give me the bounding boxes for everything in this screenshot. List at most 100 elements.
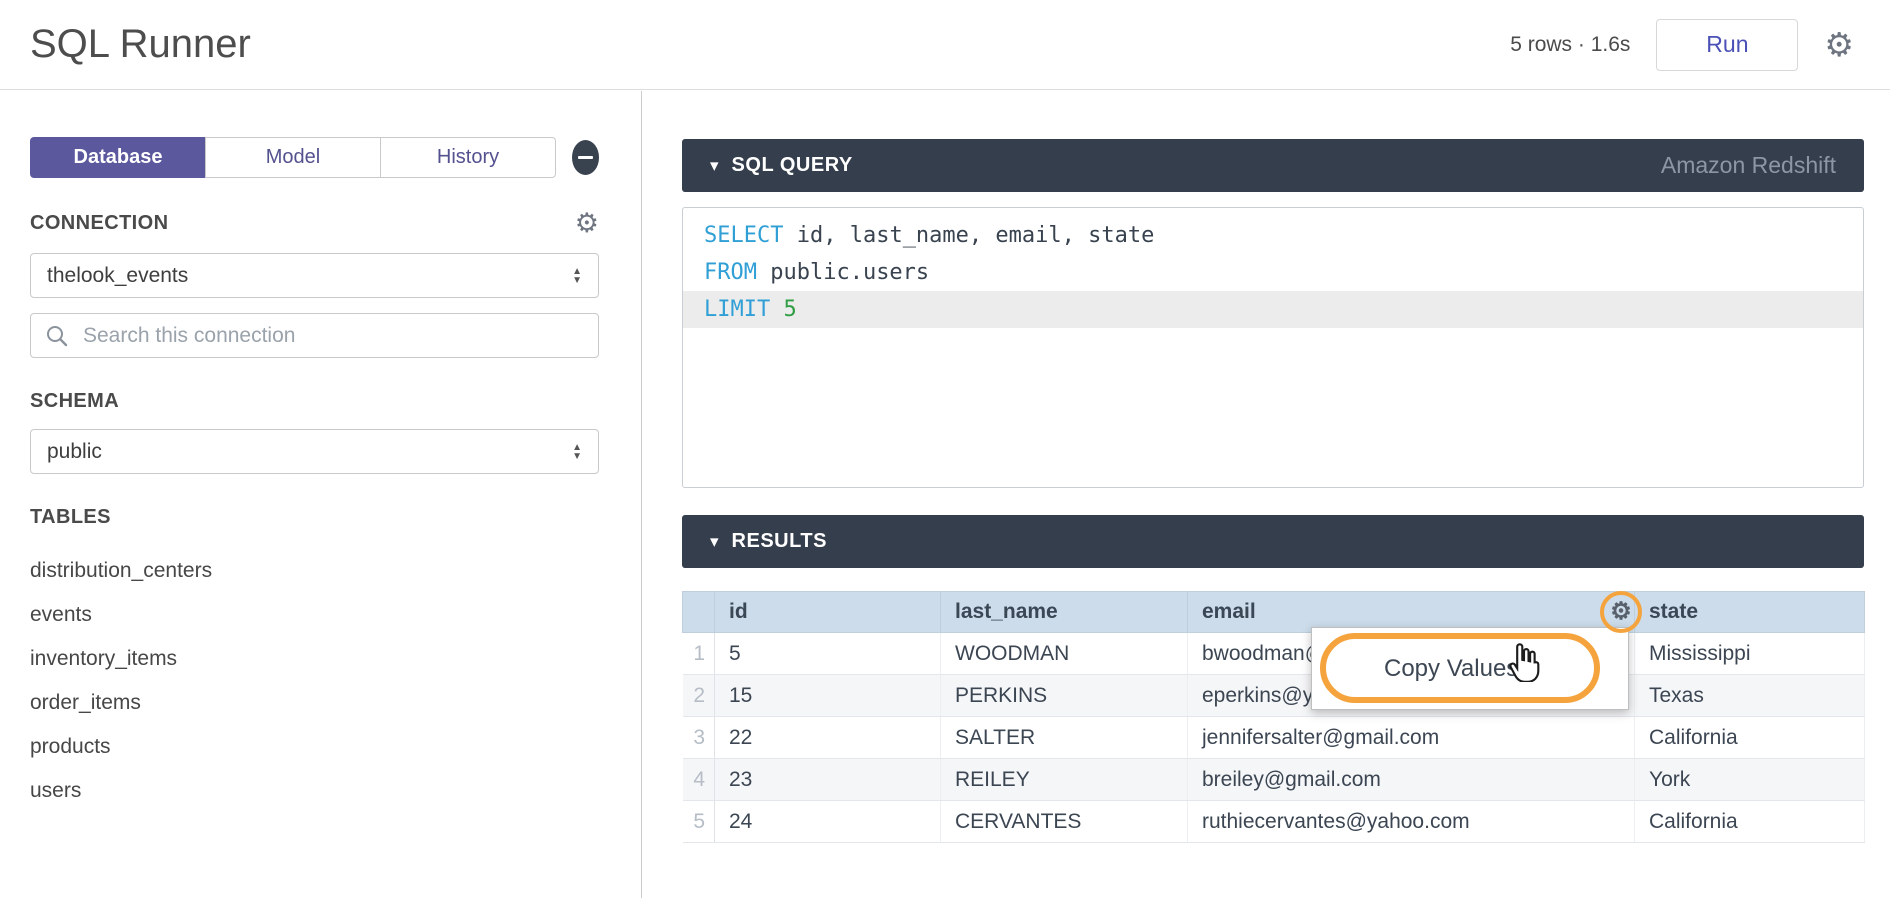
- copy-values-label: Copy Values: [1384, 655, 1518, 683]
- column-header-state[interactable]: state: [1635, 592, 1865, 633]
- row-number: 2: [683, 675, 715, 717]
- cell-email: breiley@gmail.com: [1188, 759, 1635, 801]
- table-row[interactable]: 524CERVANTESruthiecervantes@yahoo.comCal…: [683, 801, 1865, 843]
- settings-gear-icon[interactable]: ⚙: [1824, 28, 1854, 61]
- column-label: email: [1202, 600, 1256, 623]
- caret-down-icon[interactable]: ▾: [710, 156, 719, 176]
- cell-state: California: [1635, 801, 1865, 843]
- column-label: id: [729, 600, 748, 623]
- sql-line: SELECT id, last_name, email, state: [683, 217, 1863, 254]
- sql-token: [770, 297, 783, 322]
- sort-arrows-icon: ▲▼: [572, 443, 582, 461]
- minus-icon: [578, 156, 593, 159]
- cell-email: jennifersalter@gmail.com: [1188, 717, 1635, 759]
- tab-database[interactable]: Database: [30, 137, 206, 178]
- cell-last_name: PERKINS: [941, 675, 1188, 717]
- column-gear-icon[interactable]: ⚙: [1610, 600, 1632, 624]
- table-row[interactable]: 423REILEYbreiley@gmail.comYork: [683, 759, 1865, 801]
- row-number: 3: [683, 717, 715, 759]
- down-triangle-icon: ▼: [572, 452, 582, 461]
- tables-section-head: TABLES: [30, 506, 599, 529]
- cell-id: 15: [715, 675, 941, 717]
- sql-token: LIMIT: [704, 297, 770, 322]
- search-input[interactable]: [81, 323, 584, 349]
- row-number: 5: [683, 801, 715, 843]
- cell-state: California: [1635, 717, 1865, 759]
- column-header-id[interactable]: id: [715, 592, 941, 633]
- column-label: last_name: [955, 600, 1058, 623]
- table-item-distribution_centers[interactable]: distribution_centers: [30, 549, 599, 593]
- sql-line: LIMIT 5: [683, 291, 1863, 328]
- connection-select[interactable]: thelook_events ▲▼: [30, 253, 599, 298]
- schema-select-value: public: [47, 440, 102, 464]
- sql-token: SELECT: [704, 223, 783, 248]
- cell-email: ruthiecervantes@yahoo.com: [1188, 801, 1635, 843]
- table-row[interactable]: 215PERKINSeperkins@yaTexas: [683, 675, 1865, 717]
- column-label: state: [1649, 600, 1698, 623]
- table-row[interactable]: 15WOODMANbwoodman@Mississippi: [683, 633, 1865, 675]
- cell-state: Texas: [1635, 675, 1865, 717]
- table-item-inventory_items[interactable]: inventory_items: [30, 637, 599, 681]
- row-number: 1: [683, 633, 715, 675]
- page-title: SQL Runner: [30, 22, 251, 67]
- cell-state: York: [1635, 759, 1865, 801]
- connection-select-value: thelook_events: [47, 264, 188, 288]
- tables-heading: TABLES: [30, 506, 111, 529]
- connection-gear-icon[interactable]: ⚙: [575, 210, 599, 237]
- results-header-row: id last_name email ⚙ state: [683, 592, 1865, 633]
- app-header: SQL Runner 5 rows · 1.6s Run ⚙: [0, 0, 1890, 90]
- cell-id: 24: [715, 801, 941, 843]
- sql-token: id, last_name, email, state: [783, 223, 1154, 248]
- cell-last_name: WOODMAN: [941, 633, 1188, 675]
- tables-list: distribution_centerseventsinventory_item…: [30, 549, 599, 813]
- run-button[interactable]: Run: [1656, 19, 1798, 71]
- sort-arrows-icon: ▲▼: [572, 267, 582, 285]
- schema-heading: SCHEMA: [30, 390, 119, 413]
- connection-engine-label: Amazon Redshift: [1661, 152, 1836, 179]
- sql-query-title: SQL QUERY: [732, 154, 853, 177]
- row-number-header: [683, 592, 715, 633]
- sidebar-tabs: DatabaseModelHistory: [30, 137, 556, 178]
- sidebar: DatabaseModelHistory CONNECTION ⚙ theloo…: [0, 91, 642, 898]
- cell-last_name: CERVANTES: [941, 801, 1188, 843]
- results-title: RESULTS: [732, 530, 827, 553]
- sql-query-bar: ▾ SQL QUERY Amazon Redshift: [682, 139, 1864, 192]
- query-status: 5 rows · 1.6s: [1510, 33, 1630, 57]
- cell-id: 23: [715, 759, 941, 801]
- results-table: id last_name email ⚙ state 15WOODMANbwoodman…: [682, 591, 1865, 843]
- copy-values-menu-item[interactable]: Copy Values: [1311, 627, 1629, 710]
- caret-down-icon[interactable]: ▾: [710, 532, 719, 552]
- connection-section-head: CONNECTION ⚙: [30, 210, 599, 237]
- header-actions: 5 rows · 1.6s Run ⚙: [1510, 19, 1854, 71]
- sql-token: 5: [783, 297, 796, 322]
- sql-token: public.users: [757, 260, 929, 285]
- sql-editor[interactable]: SELECT id, last_name, email, stateFROM p…: [682, 207, 1864, 488]
- sidebar-tabs-row: DatabaseModelHistory: [30, 137, 599, 178]
- column-gear-annotation-ring: ⚙: [1600, 591, 1642, 633]
- schema-select[interactable]: public ▲▼: [30, 429, 599, 474]
- row-number: 4: [683, 759, 715, 801]
- connection-heading: CONNECTION: [30, 212, 168, 235]
- cell-state: Mississippi: [1635, 633, 1865, 675]
- search-icon: [45, 324, 69, 348]
- schema-section-head: SCHEMA: [30, 390, 599, 413]
- cell-last_name: REILEY: [941, 759, 1188, 801]
- cell-last_name: SALTER: [941, 717, 1188, 759]
- connection-search[interactable]: [30, 313, 599, 358]
- main-content: ▾ SQL QUERY Amazon Redshift SELECT id, l…: [682, 139, 1864, 843]
- table-item-events[interactable]: events: [30, 593, 599, 637]
- results-bar: ▾ RESULTS: [682, 515, 1864, 568]
- table-item-order_items[interactable]: order_items: [30, 681, 599, 725]
- sql-line: FROM public.users: [683, 254, 1863, 291]
- table-item-users[interactable]: users: [30, 769, 599, 813]
- sql-token: FROM: [704, 260, 757, 285]
- down-triangle-icon: ▼: [572, 276, 582, 285]
- table-item-products[interactable]: products: [30, 725, 599, 769]
- cell-id: 22: [715, 717, 941, 759]
- tab-history[interactable]: History: [380, 137, 556, 178]
- cell-id: 5: [715, 633, 941, 675]
- collapse-sidebar-button[interactable]: [572, 140, 599, 175]
- table-row[interactable]: 322SALTERjennifersalter@gmail.comCalifor…: [683, 717, 1865, 759]
- tab-model[interactable]: Model: [205, 137, 381, 178]
- column-header-last_name[interactable]: last_name: [941, 592, 1188, 633]
